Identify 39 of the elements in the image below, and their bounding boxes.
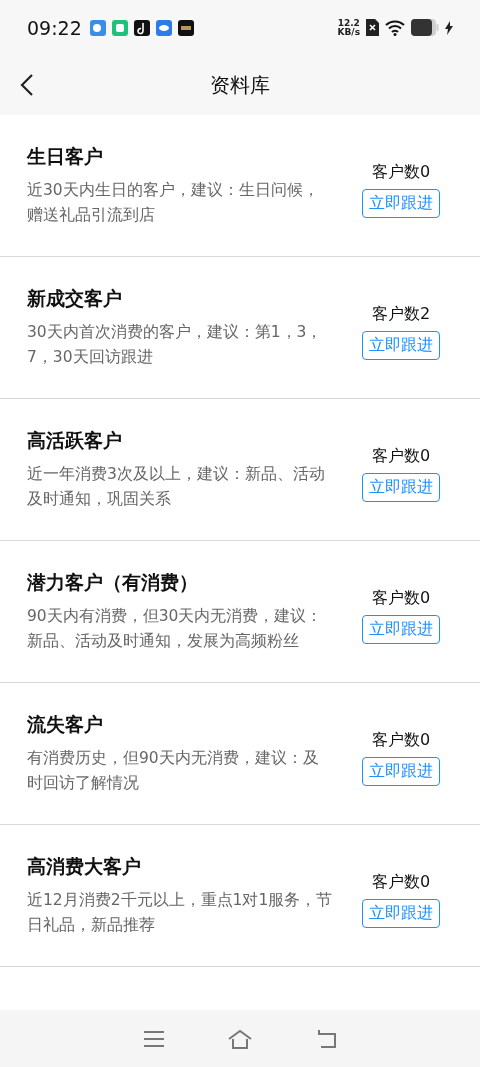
customer-count: 客户数2 xyxy=(371,303,431,325)
music-note-icon xyxy=(133,19,150,36)
app-icon xyxy=(111,19,128,36)
category-description: 有消费历史，但90天内无消费，建议：及时回访了解情况 xyxy=(27,747,320,794)
category-description: 90天内有消费，但30天内无消费，建议：新品、活动及时通知，发展为高频粉丝 xyxy=(27,605,324,652)
category-description: 近一年消费3次及以上，建议：新品、活动及时通知，巩固关系 xyxy=(27,463,326,510)
menu-icon[interactable] xyxy=(143,1029,165,1048)
battery-icon xyxy=(411,19,439,36)
home-icon[interactable] xyxy=(227,1028,253,1049)
follow-up-button[interactable]: 立即跟进 xyxy=(362,472,440,502)
follow-up-button[interactable]: 立即跟进 xyxy=(362,756,440,786)
network-unit: KB/s xyxy=(337,27,360,37)
app-icon xyxy=(177,19,194,36)
follow-up-button[interactable]: 立即跟进 xyxy=(362,898,440,928)
clock: 09:22 xyxy=(27,16,82,39)
category-description: 近30天内生日的客户，建议：生日问候，赠送礼品引流到店 xyxy=(27,179,320,226)
charging-icon xyxy=(445,20,453,35)
customer-count: 客户数0 xyxy=(371,445,431,467)
wifi-icon xyxy=(385,19,405,36)
category-description: 近12月消费2千元以上，重点1对1服务，节日礼品，新品推荐 xyxy=(27,889,333,936)
page-title: 资料库 xyxy=(210,71,270,99)
customer-count: 客户数0 xyxy=(371,587,431,609)
app-icon xyxy=(155,19,172,36)
category-title: 新成交客户 xyxy=(27,285,123,311)
category-title: 高活跃客户 xyxy=(27,427,123,453)
network-speed: 12.2 xyxy=(337,18,360,28)
category-title: 高消费大客户 xyxy=(27,853,142,879)
customer-count: 客户数0 xyxy=(371,161,431,183)
customer-count: 客户数0 xyxy=(371,729,431,751)
sim-icon xyxy=(366,19,379,36)
category-description: 30天内首次消费的客户，建议：第1，3，7，30天回访跟进 xyxy=(27,321,324,368)
category-title: 生日客户 xyxy=(27,143,104,169)
category-title: 潜力客户（有消费） xyxy=(27,569,199,595)
app-icon xyxy=(89,19,106,36)
follow-up-button[interactable]: 立即跟进 xyxy=(362,188,440,218)
category-title: 流失客户 xyxy=(27,711,104,737)
customer-count: 客户数0 xyxy=(371,871,431,893)
follow-up-button[interactable]: 立即跟进 xyxy=(362,614,440,644)
follow-up-button[interactable]: 立即跟进 xyxy=(362,330,440,360)
